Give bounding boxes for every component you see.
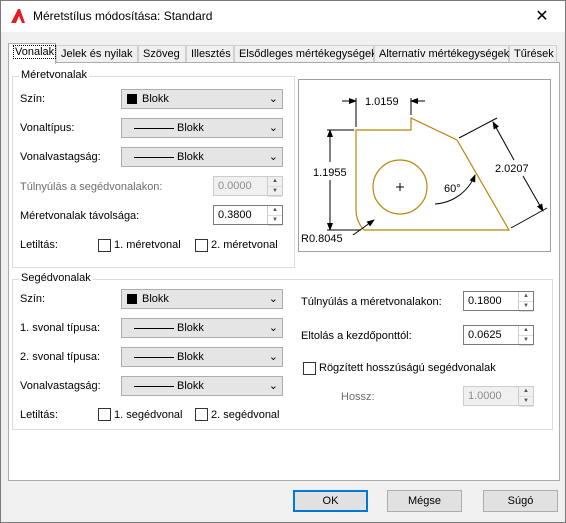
dim-color-label: Szín: bbox=[20, 93, 46, 105]
dim-right-text: 2.0207 bbox=[495, 163, 529, 175]
dim-extend-label: Túlnyúlás a segédvonalakon: bbox=[20, 181, 163, 193]
extension-lines-group: Segédvonalak Szín: Blokk ⌄ 1. svonal típ… bbox=[12, 272, 553, 430]
dim-top-text: 1.0159 bbox=[365, 96, 399, 108]
dim-linetype-label: Vonaltípus: bbox=[20, 122, 75, 134]
ext-lineweight-select[interactable]: Blokk ⌄ bbox=[121, 376, 283, 396]
ext-suppress-label: Letiltás: bbox=[20, 409, 58, 421]
group-title: Méretvonalak bbox=[19, 69, 90, 81]
window-title: Méretstílus módosítása: Standard bbox=[33, 9, 213, 23]
chevron-down-icon: ⌄ bbox=[268, 122, 278, 134]
tab-strip: Vonalak Jelek és nyilak Szöveg Illesztés… bbox=[8, 43, 558, 64]
ext-lineweight-label: Vonalvastagság: bbox=[20, 380, 101, 392]
line-preview bbox=[134, 357, 174, 358]
ext-color-select[interactable]: Blokk ⌄ bbox=[121, 289, 283, 309]
spinner-arrows: ▲ ▼ bbox=[518, 387, 533, 407]
ext-linetype1-select[interactable]: Blokk ⌄ bbox=[121, 318, 283, 338]
dim-spacing-label: Méretvonalak távolsága: bbox=[20, 210, 140, 222]
close-icon[interactable]: ✕ bbox=[519, 1, 565, 32]
title-bar: Méretstílus módosítása: Standard ✕ bbox=[1, 1, 565, 32]
tab-fit[interactable]: Illesztés bbox=[186, 45, 234, 62]
fixed-length-checkbox[interactable] bbox=[303, 362, 316, 375]
color-swatch bbox=[127, 294, 137, 304]
angle-text: 60° bbox=[444, 183, 461, 195]
ext-offset-label: Eltolás a kezdőponttól: bbox=[301, 330, 412, 342]
help-button[interactable]: Súgó bbox=[483, 490, 558, 512]
ext-linetype2-select[interactable]: Blokk ⌄ bbox=[121, 347, 283, 367]
length-label: Hossz: bbox=[341, 391, 375, 403]
preview-image: 1.0159 1.1955 2.0207 60° R0.8045 bbox=[298, 79, 551, 252]
suppress-ext-line-1-label: 1. segédvonal bbox=[114, 409, 183, 421]
dim-spacing-spinner[interactable]: 0.3800 ▲ ▼ bbox=[213, 205, 283, 226]
ext-offset-spinner[interactable]: 0.0625 ▲ ▼ bbox=[463, 325, 534, 346]
ext-color-label: Szín: bbox=[20, 293, 46, 305]
fixed-length-label: Rögzített hosszúságú segédvonalak bbox=[319, 362, 496, 374]
chevron-down-icon: ⌄ bbox=[268, 322, 278, 334]
suppress-dim-line-2-label: 2. méretvonal bbox=[211, 239, 278, 251]
ext-extend-label: Túlnyúlás a méretvonalakon: bbox=[301, 296, 442, 308]
suppress-dim-line-1-checkbox[interactable] bbox=[98, 239, 111, 252]
dimension-preview-drawing: 1.0159 1.1955 2.0207 60° R0.8045 bbox=[301, 96, 548, 245]
line-preview bbox=[134, 386, 174, 387]
tab-text[interactable]: Szöveg bbox=[138, 45, 186, 62]
color-swatch bbox=[127, 94, 137, 104]
autocad-logo-icon bbox=[11, 9, 25, 23]
chevron-down-icon: ⌄ bbox=[268, 351, 278, 363]
spinner-arrows[interactable]: ▲ ▼ bbox=[267, 206, 282, 226]
chevron-down-icon: ⌄ bbox=[268, 380, 278, 392]
suppress-ext-line-1-checkbox[interactable] bbox=[98, 408, 111, 421]
ext-extend-spinner[interactable]: 0.1800 ▲ ▼ bbox=[463, 291, 534, 312]
chevron-down-icon: ⌄ bbox=[268, 151, 278, 163]
suppress-dim-line-2-checkbox[interactable] bbox=[195, 239, 208, 252]
ext-linetype2-label: 2. svonal típusa: bbox=[20, 351, 101, 363]
spinner-arrows: ▲ ▼ bbox=[267, 177, 282, 197]
dim-extend-spinner: 0.0000 ▲ ▼ bbox=[213, 176, 283, 197]
chevron-down-icon: ⌄ bbox=[268, 93, 278, 105]
dim-linetype-select[interactable]: Blokk ⌄ bbox=[121, 118, 283, 138]
tab-symbols-arrows[interactable]: Jelek és nyilak bbox=[56, 45, 138, 62]
line-preview bbox=[134, 128, 174, 129]
group-title: Segédvonalak bbox=[19, 272, 93, 284]
dialog-window: Méretstílus módosítása: Standard ✕ Vonal… bbox=[0, 0, 566, 523]
dim-lineweight-select[interactable]: Blokk ⌄ bbox=[121, 147, 283, 167]
tab-panel-lines: Méretvonalak Szín: Blokk ⌄ Vonaltípus: B… bbox=[8, 62, 560, 481]
dim-suppress-label: Letiltás: bbox=[20, 239, 58, 251]
dim-left-text: 1.1955 bbox=[313, 167, 347, 179]
dim-color-select[interactable]: Blokk ⌄ bbox=[121, 89, 283, 109]
spinner-arrows[interactable]: ▲ ▼ bbox=[518, 292, 533, 312]
tab-lines[interactable]: Vonalak bbox=[8, 43, 57, 64]
suppress-dim-line-1-label: 1. méretvonal bbox=[114, 239, 181, 251]
cancel-button[interactable]: Mégse bbox=[387, 490, 462, 512]
tab-tolerances[interactable]: Tűrések bbox=[509, 45, 557, 62]
suppress-ext-line-2-checkbox[interactable] bbox=[195, 408, 208, 421]
line-preview bbox=[134, 157, 174, 158]
radius-text: R0.8045 bbox=[301, 233, 343, 245]
suppress-ext-line-2-label: 2. segédvonal bbox=[211, 409, 280, 421]
dimension-lines-group: Méretvonalak Szín: Blokk ⌄ Vonaltípus: B… bbox=[12, 69, 295, 268]
tab-primary-units[interactable]: Elsődleges mértékegységek bbox=[234, 45, 377, 62]
spinner-arrows[interactable]: ▲ ▼ bbox=[518, 326, 533, 346]
tab-alternate-units[interactable]: Alternatív mértékegységek bbox=[374, 45, 509, 62]
line-preview bbox=[134, 328, 174, 329]
dim-lineweight-label: Vonalvastagság: bbox=[20, 151, 101, 163]
length-spinner: 1.0000 ▲ ▼ bbox=[463, 386, 534, 407]
ok-button[interactable]: OK bbox=[293, 490, 368, 512]
ext-linetype1-label: 1. svonal típusa: bbox=[20, 322, 101, 334]
chevron-down-icon: ⌄ bbox=[268, 293, 278, 305]
